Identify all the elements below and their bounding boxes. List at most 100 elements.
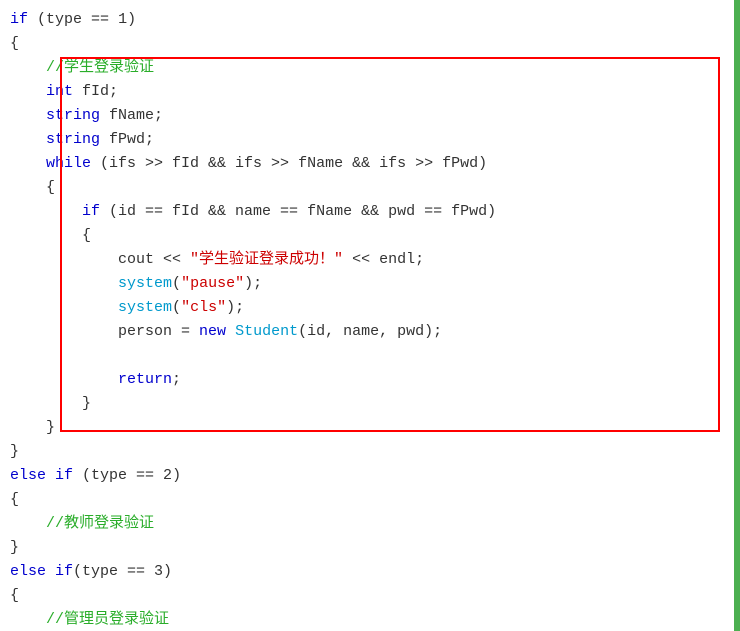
token-plain: person = [118, 323, 199, 340]
line-content: cout << "学生验证登录成功！" << endl; [10, 248, 424, 272]
line: if (id == fId && name == fName && pwd ==… [0, 200, 740, 224]
line-content: return; [10, 368, 181, 392]
line-content: system("pause"); [10, 272, 262, 296]
line: system("cls"); [0, 296, 740, 320]
line-content: } [10, 536, 19, 560]
line: //教师登录验证 [0, 512, 740, 536]
line-content: { [10, 32, 19, 56]
token-plain: fPwd; [100, 131, 154, 148]
token-kw: while [46, 155, 91, 172]
line: else if(type == 3) [0, 560, 740, 584]
token-kw: if [55, 563, 73, 580]
line: { [0, 584, 740, 608]
line: //管理员登录验证 [0, 608, 740, 631]
token-kw: if [82, 203, 100, 220]
token-plain: { [46, 179, 55, 196]
token-string: "cls" [181, 299, 226, 316]
line: { [0, 224, 740, 248]
token-plain: { [82, 227, 91, 244]
token-plain: ( [172, 299, 181, 316]
token-kw: else [10, 467, 46, 484]
token-kw: if [10, 11, 28, 28]
line-content: person = new Student(id, name, pwd); [10, 320, 442, 344]
line: { [0, 488, 740, 512]
line-content: if (id == fId && name == fName && pwd ==… [10, 200, 496, 224]
line-content: } [10, 416, 55, 440]
token-plain: (id == fId && name == fName && pwd == fP… [100, 203, 496, 220]
token-plain: == [82, 11, 118, 28]
line: system("pause"); [0, 272, 740, 296]
line-content: } [10, 392, 91, 416]
token-plain: fName; [100, 107, 163, 124]
line-content: if (type == 1) [10, 8, 136, 32]
green-scrollbar[interactable] [734, 0, 740, 631]
token-string: "学生验证登录成功！" [190, 251, 343, 268]
line-content: { [10, 224, 91, 248]
token-plain: cout << [118, 251, 190, 268]
line-content: int fId; [10, 80, 118, 104]
token-comment: //管理员登录验证 [46, 611, 169, 628]
code-editor: if (type == 1){ //学生登录验证 int fId; string… [0, 0, 740, 631]
token-plain [46, 467, 55, 484]
token-plain: ( [172, 275, 181, 292]
token-func: system [118, 275, 172, 292]
line: while (ifs >> fId && ifs >> fName && ifs… [0, 152, 740, 176]
token-plain: { [10, 491, 19, 508]
line-content: else if (type == 2) [10, 464, 181, 488]
line: return; [0, 368, 740, 392]
line-content: { [10, 488, 19, 512]
token-plain: type [46, 11, 82, 28]
token-plain: 1) [118, 11, 136, 28]
line-content: while (ifs >> fId && ifs >> fName && ifs… [10, 152, 487, 176]
token-comment: //学生登录验证 [46, 59, 154, 76]
token-plain: ); [244, 275, 262, 292]
line-content: system("cls"); [10, 296, 244, 320]
line: person = new Student(id, name, pwd); [0, 320, 740, 344]
token-plain: << endl; [343, 251, 424, 268]
line: { [0, 176, 740, 200]
token-plain: { [10, 35, 19, 52]
line-content: string fName; [10, 104, 163, 128]
line-content: else if(type == 3) [10, 560, 172, 584]
token-comment: //教师登录验证 [46, 515, 154, 532]
token-kw: new [199, 323, 226, 340]
line: int fId; [0, 80, 740, 104]
token-kw: string [46, 107, 100, 124]
line: } [0, 536, 740, 560]
line: else if (type == 2) [0, 464, 740, 488]
token-plain [46, 563, 55, 580]
line: cout << "学生验证登录成功！" << endl; [0, 248, 740, 272]
line: if (type == 1) [0, 8, 740, 32]
line-content: { [10, 584, 19, 608]
line-content [10, 344, 118, 368]
token-plain [226, 323, 235, 340]
token-plain: } [10, 443, 19, 460]
code-lines: if (type == 1){ //学生登录验证 int fId; string… [0, 8, 740, 631]
token-plain: fId; [73, 83, 118, 100]
line-content: //学生登录验证 [10, 56, 154, 80]
token-plain: ; [172, 371, 181, 388]
line: } [0, 416, 740, 440]
token-plain: } [46, 419, 55, 436]
token-kw: else [10, 563, 46, 580]
token-kw: return [118, 371, 172, 388]
line-content: { [10, 176, 55, 200]
line: } [0, 440, 740, 464]
token-plain: (id, name, pwd); [298, 323, 442, 340]
token-kw: string [46, 131, 100, 148]
token-plain: } [10, 539, 19, 556]
line: string fName; [0, 104, 740, 128]
token-plain: ); [226, 299, 244, 316]
line-content: //教师登录验证 [10, 512, 154, 536]
line: string fPwd; [0, 128, 740, 152]
line: } [0, 392, 740, 416]
token-kw: int [46, 83, 73, 100]
token-func: system [118, 299, 172, 316]
line: //学生登录验证 [0, 56, 740, 80]
line: { [0, 32, 740, 56]
token-plain: } [82, 395, 91, 412]
line-content: //管理员登录验证 [10, 608, 169, 631]
token-plain: (type == 2) [73, 467, 181, 484]
token-func: Student [235, 323, 298, 340]
token-kw: if [55, 467, 73, 484]
